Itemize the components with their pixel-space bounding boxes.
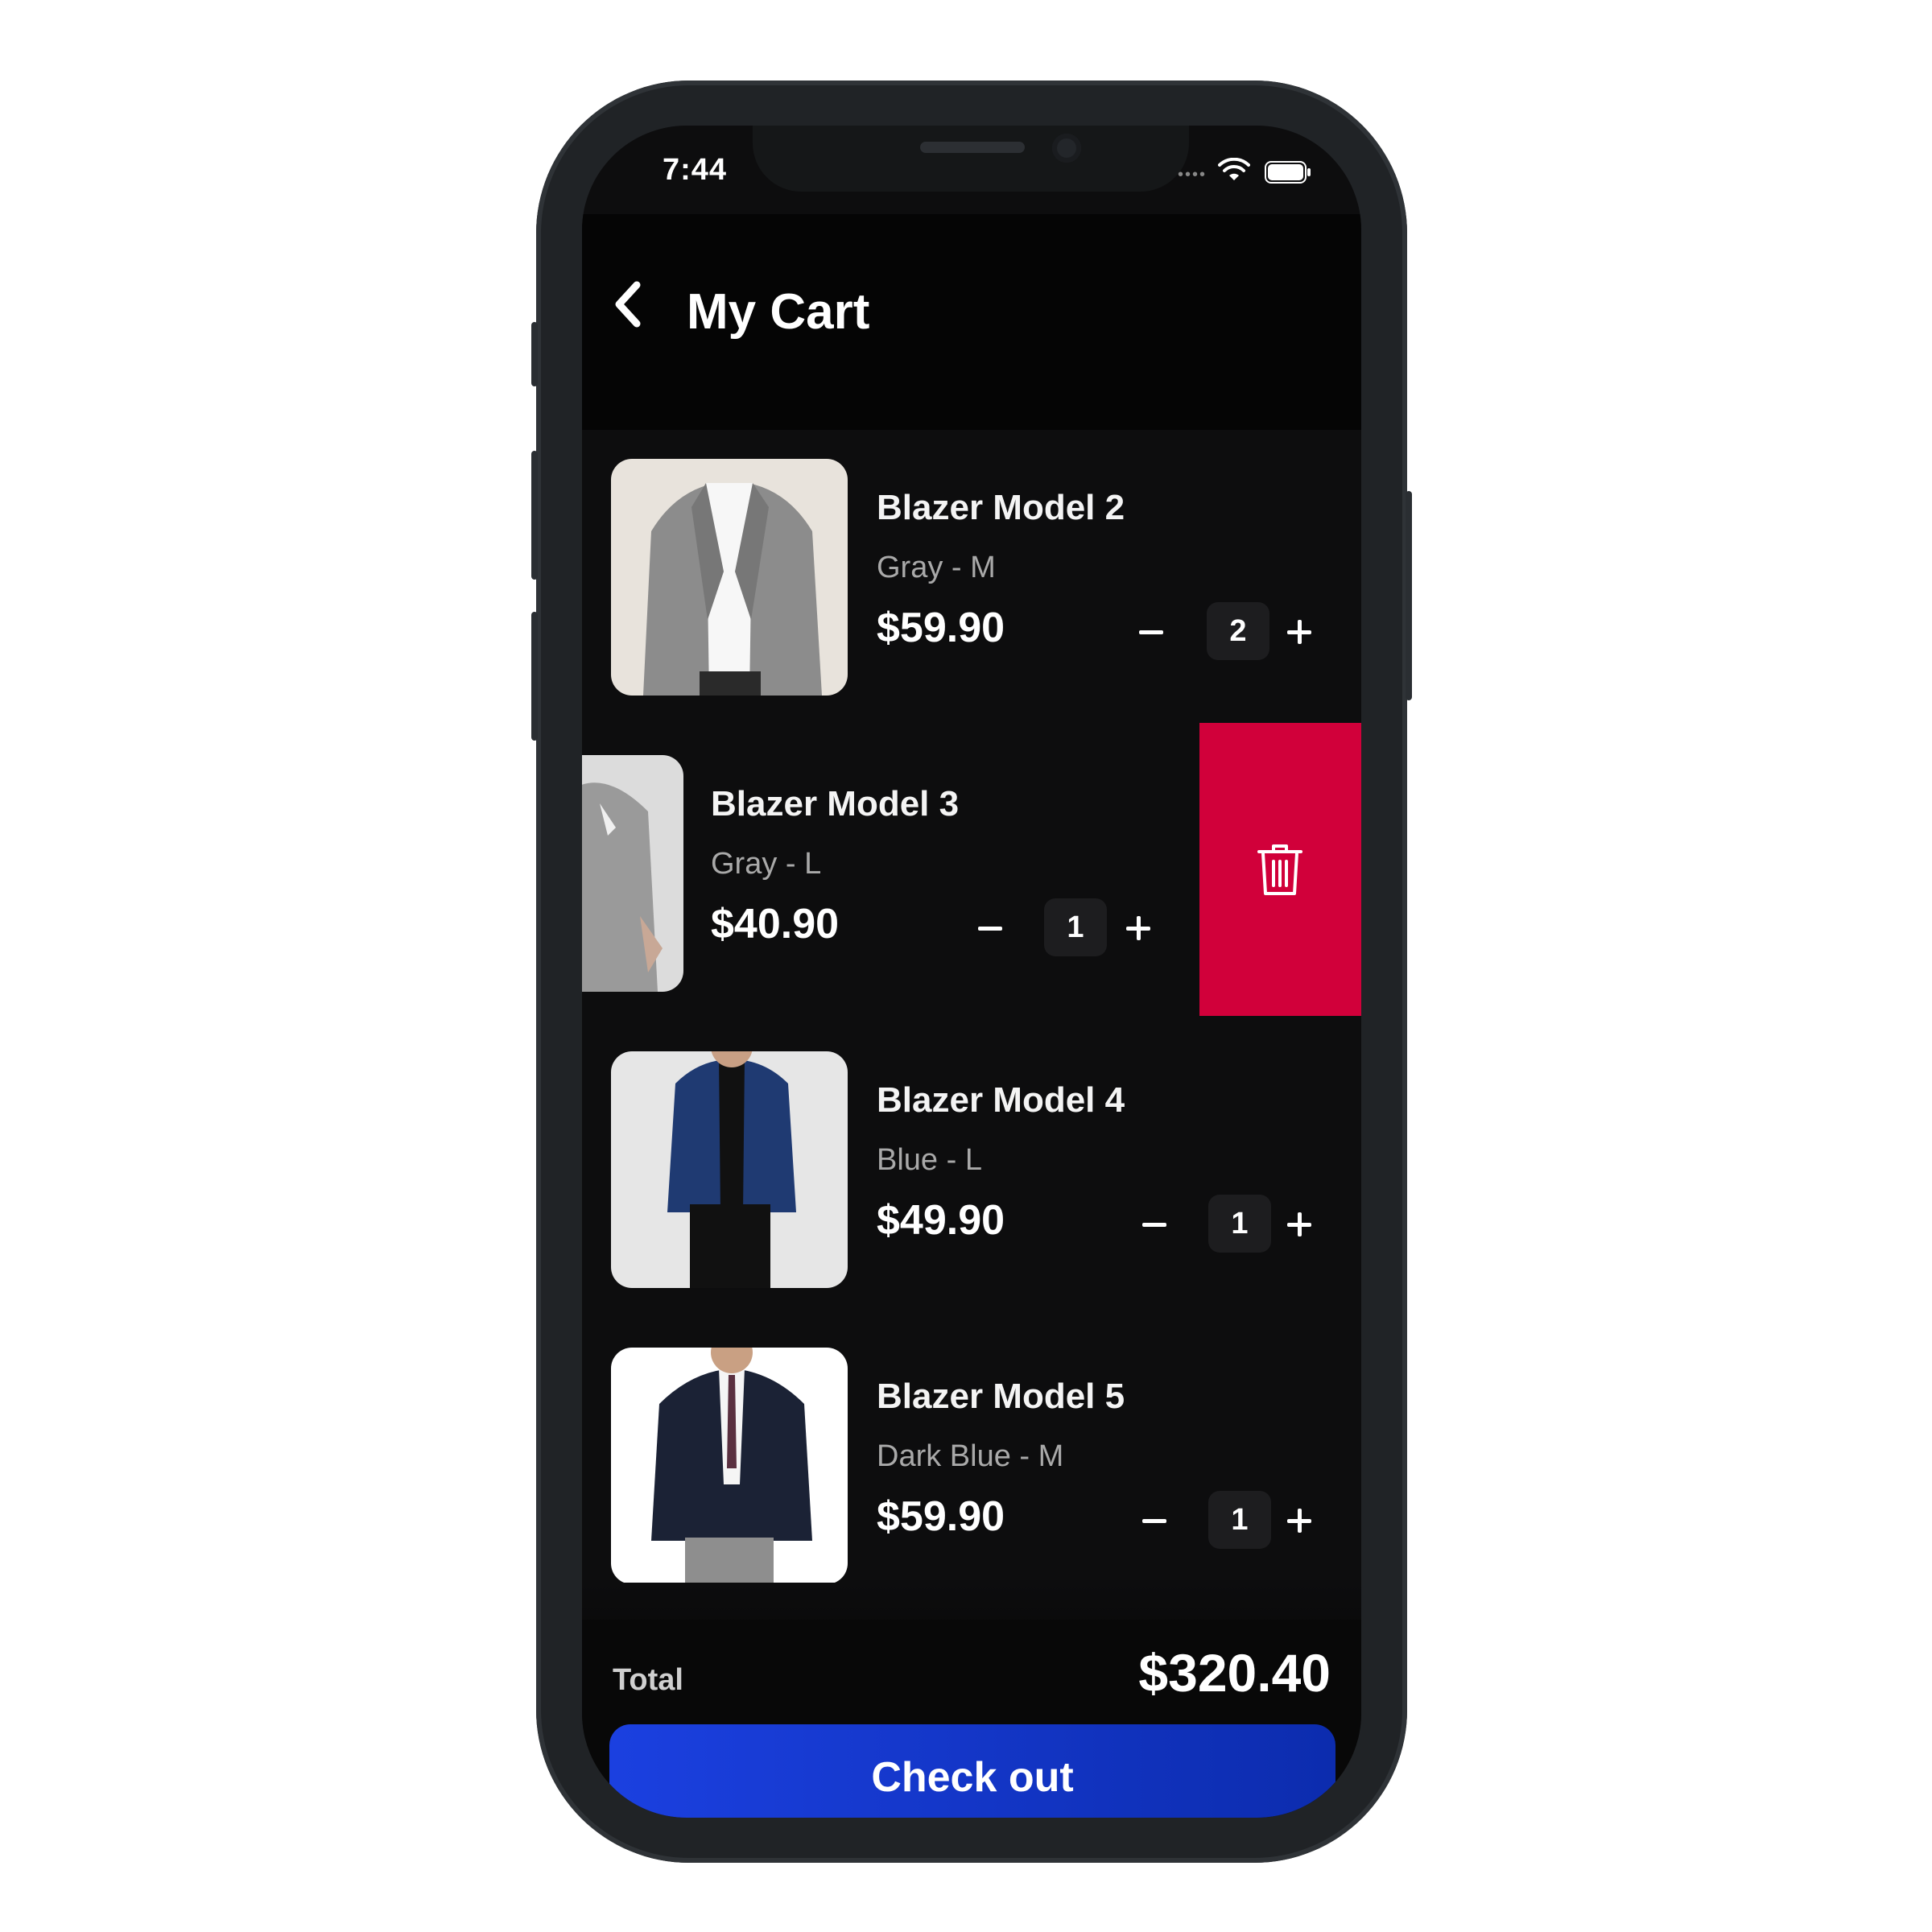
phone-frame: 7:44 •••• My Cart Blazer Model 2 Gray - …	[531, 80, 1412, 1863]
phone-volume-down	[531, 612, 538, 741]
quantity-value: 1	[1044, 898, 1107, 956]
item-price: $49.90	[877, 1197, 1005, 1244]
checkout-button[interactable]: Check out	[609, 1724, 1335, 1818]
delete-item-button[interactable]	[1199, 723, 1361, 1016]
increase-quantity-button[interactable]	[1279, 1501, 1319, 1541]
increase-quantity-button[interactable]	[1279, 1204, 1319, 1245]
product-image	[611, 459, 848, 696]
wifi-icon	[1218, 158, 1250, 180]
item-variant: Blue - L	[877, 1143, 982, 1177]
item-price: $40.90	[711, 901, 840, 947]
item-name: Blazer Model 5	[877, 1377, 1125, 1416]
product-image	[611, 1051, 848, 1288]
phone-side-button	[531, 322, 538, 386]
item-name: Blazer Model 2	[877, 488, 1125, 527]
status-bar: 7:44 ••••	[582, 126, 1361, 214]
decrease-quantity-button[interactable]	[970, 908, 1010, 948]
increase-quantity-button[interactable]	[1279, 612, 1319, 652]
screen: 7:44 •••• My Cart Blazer Model 2 Gray - …	[582, 126, 1361, 1818]
signal-icon: ••••	[1178, 166, 1208, 184]
item-price: $59.90	[877, 605, 1005, 651]
quantity-value: 1	[1208, 1195, 1271, 1253]
item-price: $59.90	[877, 1493, 1005, 1540]
item-variant: Dark Blue - M	[877, 1439, 1064, 1473]
total-label: Total	[613, 1663, 683, 1697]
product-image	[582, 755, 683, 992]
speaker	[920, 142, 1025, 153]
cart-item[interactable]: Blazer Model 5 Dark Blue - M $59.90 1	[582, 1348, 1361, 1586]
quantity-value: 1	[1208, 1491, 1271, 1549]
front-camera	[1052, 134, 1081, 163]
product-image	[611, 1348, 848, 1584]
item-name: Blazer Model 3	[711, 784, 960, 824]
increase-quantity-button[interactable]	[1118, 908, 1158, 948]
cart-item[interactable]: Blazer Model 3 Gray - L $40.90 1	[582, 755, 1199, 993]
decrease-quantity-button[interactable]	[1134, 1204, 1174, 1245]
notch	[753, 126, 1189, 192]
battery-icon	[1265, 161, 1311, 184]
total-value: $320.40	[1138, 1643, 1331, 1703]
chevron-left-icon[interactable]	[609, 279, 648, 330]
cart-item[interactable]: Blazer Model 4 Blue - L $49.90 1	[582, 1051, 1361, 1290]
trash-icon	[1257, 844, 1302, 895]
quantity-value: 2	[1207, 602, 1269, 660]
item-name: Blazer Model 4	[877, 1080, 1125, 1120]
phone-power-button	[1406, 491, 1412, 700]
phone-volume-up	[531, 451, 538, 580]
decrease-quantity-button[interactable]	[1131, 612, 1171, 652]
cart-item[interactable]: Blazer Model 2 Gray - M $59.90 2	[582, 459, 1361, 697]
decrease-quantity-button[interactable]	[1134, 1501, 1174, 1541]
page-title: My Cart	[687, 284, 870, 340]
item-variant: Gray - L	[711, 847, 822, 881]
status-time: 7:44	[663, 153, 728, 187]
item-variant: Gray - M	[877, 551, 996, 584]
